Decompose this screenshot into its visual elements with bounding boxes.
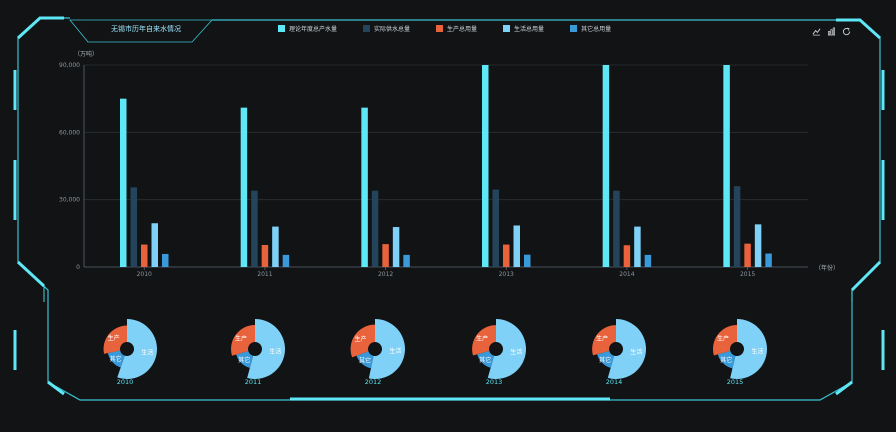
pie-hole bbox=[490, 343, 502, 355]
pie-year-label: 2014 bbox=[606, 378, 623, 386]
pie-year-label: 2010 bbox=[117, 378, 134, 386]
pie-slice-label: 其它 bbox=[479, 356, 491, 364]
rose-pie-2015: 生活其它 生产 2015 bbox=[712, 319, 768, 386]
rose-pie-2012: 生活其它 生产 2012 bbox=[350, 319, 405, 386]
pie-hole bbox=[121, 343, 133, 355]
pie-slice-label: 其它 bbox=[720, 356, 732, 364]
pie-slice-label: 其它 bbox=[110, 355, 122, 363]
pie-hole bbox=[249, 343, 261, 355]
rose-pie-charts: 生活其它 生产 2010 生活其它 生产 2011 生活其它 生产 2012 生活其它 生产 2013… bbox=[103, 319, 768, 386]
pie-hole bbox=[731, 343, 743, 355]
pie-slice-label: 生活 bbox=[389, 347, 401, 355]
pie-slice-label: 生产 bbox=[596, 334, 608, 342]
pie-year-label: 2011 bbox=[245, 378, 262, 386]
pie-slice-label: 生活 bbox=[510, 348, 522, 356]
pie-slice-label: 生活 bbox=[141, 348, 153, 356]
pie-slice-label: 其它 bbox=[359, 357, 371, 365]
pie-slice-label: 生活 bbox=[751, 347, 763, 355]
pie-year-label: 2013 bbox=[486, 378, 503, 386]
pie-year-label: 2015 bbox=[727, 378, 744, 386]
pie-slice-label: 生产 bbox=[717, 334, 729, 342]
pie-slice-label: 生产 bbox=[108, 334, 120, 342]
rose-pie-2011: 生活其它 生产 2011 bbox=[231, 319, 286, 386]
pie-year-label: 2012 bbox=[365, 378, 382, 386]
pie-slice-label: 生产 bbox=[476, 334, 488, 342]
pie-slice-label: 其它 bbox=[599, 356, 611, 364]
pie-slice-label: 生产 bbox=[354, 335, 366, 343]
pie-slice-label: 生活 bbox=[630, 348, 642, 356]
pie-slice-label: 其它 bbox=[238, 356, 250, 364]
rose-pie-2014: 生活其它 生产 2014 bbox=[592, 319, 646, 386]
rose-pie-2013: 生活其它 生产 2013 bbox=[472, 319, 526, 386]
pie-hole bbox=[369, 343, 381, 355]
pie-slice-label: 生活 bbox=[269, 348, 281, 356]
pie-hole bbox=[610, 343, 622, 355]
pie-slice-label: 生产 bbox=[235, 335, 247, 343]
rose-pie-2010: 生活其它 生产 2010 bbox=[103, 319, 157, 386]
